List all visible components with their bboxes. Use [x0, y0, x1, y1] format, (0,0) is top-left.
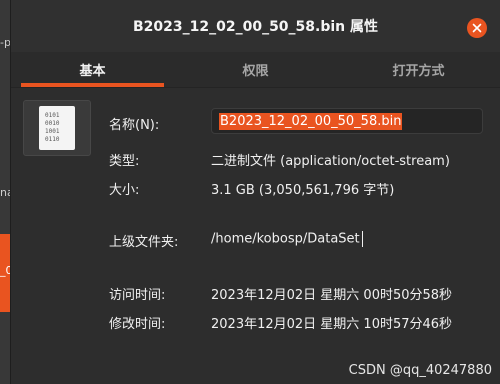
type-value: 二进制文件 (application/octet-stream)	[211, 154, 450, 169]
tab-label: 基本	[79, 64, 106, 79]
binary-file-icon: 0101 0010 1001 0110	[23, 100, 91, 156]
window-title: B2023_12_02_00_50_58.bin 属性	[132, 19, 379, 35]
tab-bar: 基本 权限 打开方式	[11, 52, 500, 88]
text-cursor	[361, 231, 363, 247]
close-button[interactable]	[467, 18, 487, 38]
document-icon: 0101 0010 1001 0110	[39, 106, 75, 150]
parent-folder-label: 上级文件夹:	[109, 235, 179, 250]
name-field[interactable]: B2023_12_02_00_50_58.bin	[211, 108, 483, 134]
modified-label: 修改时间:	[109, 317, 166, 332]
tab-label: 打开方式	[392, 64, 445, 79]
tab-label: 权限	[242, 64, 269, 79]
type-label: 类型:	[109, 154, 140, 169]
icon-line: 1001	[45, 128, 60, 135]
watermark-text: CSDN @qq_40247880	[348, 363, 492, 378]
parent-folder-value[interactable]: /home/kobosp/DataSet	[211, 231, 363, 247]
tab-permissions[interactable]: 权限	[174, 52, 337, 87]
size-value: 3.1 GB (3,050,561,796 字节)	[211, 183, 395, 198]
icon-line: 0101	[45, 112, 60, 119]
size-label: 大小:	[109, 183, 140, 198]
icon-line: 0110	[45, 136, 60, 143]
name-label: 名称(N):	[109, 118, 160, 133]
accessed-value: 2023年12月02日 星期六 00时50分58秒	[211, 288, 453, 303]
tab-open-with[interactable]: 打开方式	[337, 52, 500, 87]
title-bar[interactable]: B2023_12_02_00_50_58.bin 属性	[11, 0, 500, 52]
modified-value: 2023年12月02日 星期六 10时57分46秒	[211, 317, 453, 332]
close-icon	[472, 23, 482, 33]
parent-folder-path: /home/kobosp/DataSet	[211, 231, 360, 247]
name-field-value: B2023_12_02_00_50_58.bin	[219, 112, 403, 130]
accessed-label: 访问时间:	[109, 288, 166, 303]
icon-line: 0010	[45, 120, 60, 127]
properties-dialog: B2023_12_02_00_50_58.bin 属性 基本 权限 打开方式 0…	[10, 0, 500, 384]
tab-basic[interactable]: 基本	[11, 52, 174, 87]
basic-tab-content: 0101 0010 1001 0110 名称(N): B2023_12_02_0…	[11, 88, 500, 384]
